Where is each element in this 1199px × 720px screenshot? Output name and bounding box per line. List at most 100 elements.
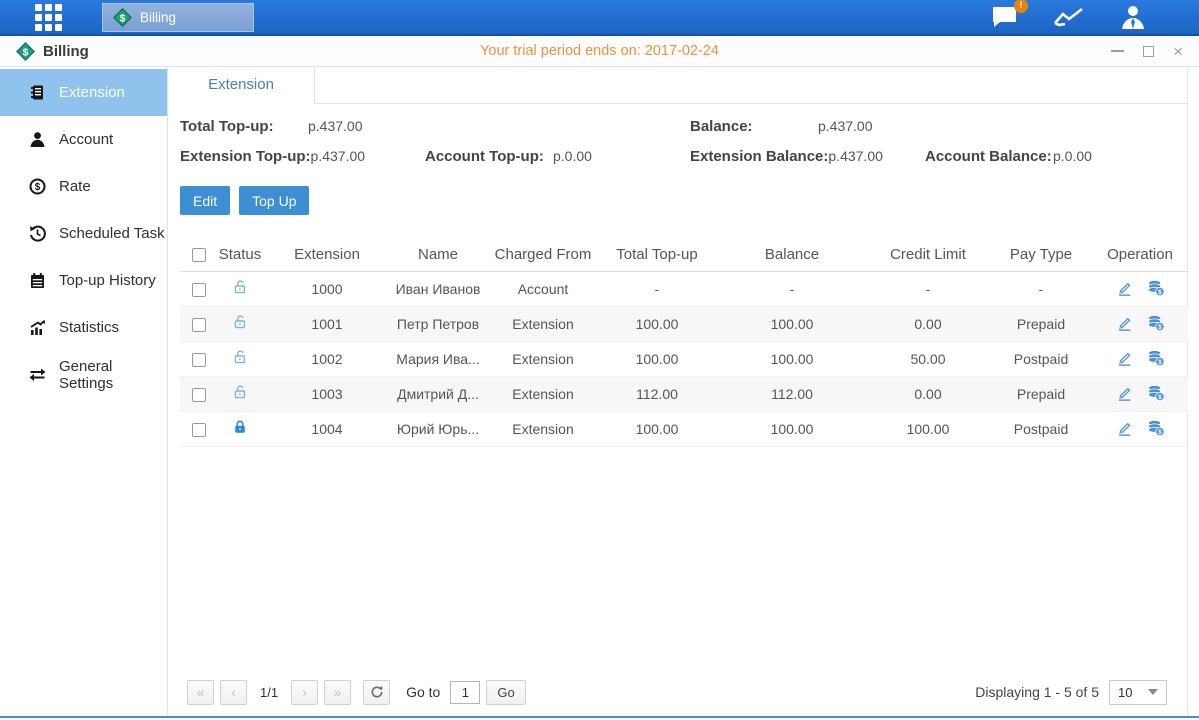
operation-cell: $ (1092, 306, 1188, 341)
table-row: 1001Петр ПетровExtension100.00100.000.00… (180, 306, 1188, 341)
sidebar-item-label: Rate (59, 178, 91, 195)
edit-row-button[interactable] (1116, 280, 1133, 297)
sidebar-item-rate[interactable]: $ Rate (0, 163, 167, 210)
go-button[interactable]: Go (486, 680, 525, 705)
topup-row-button[interactable]: $ (1147, 280, 1165, 297)
account-balance-value: p.0.00 (1053, 148, 1092, 164)
topup-icon: $ (1147, 420, 1165, 437)
name-cell: Петр Петров (386, 306, 490, 341)
svg-text:$: $ (1158, 359, 1162, 366)
first-page-button[interactable]: « (187, 680, 214, 705)
row-checkbox[interactable] (192, 423, 206, 437)
sidebar-item-general-settings[interactable]: General Settings (0, 351, 167, 398)
sidebar-item-label: Scheduled Task (59, 225, 165, 242)
unlocked-icon (232, 279, 248, 295)
topup-row-button[interactable]: $ (1147, 385, 1165, 402)
total-topup-value: p.437.00 (308, 118, 363, 134)
window-titlebar: $ Billing Your trial period ends on: 201… (0, 36, 1199, 67)
topup-row-button[interactable]: $ (1147, 420, 1165, 437)
messages-icon[interactable]: ! (990, 5, 1019, 29)
extension-table: Status Extension Name Charged From Total… (180, 238, 1188, 447)
svg-text:$: $ (1158, 289, 1162, 296)
last-page-button[interactable]: » (324, 680, 351, 705)
sidebar-item-scheduled-task[interactable]: Scheduled Task (0, 210, 167, 257)
row-checkbox[interactable] (192, 353, 206, 367)
sidebar-item-account[interactable]: Account (0, 116, 167, 163)
sidebar-item-topup-history[interactable]: Top-up History (0, 257, 167, 304)
pagination-bar: « ‹ 1/1 › » Go to Go Displaying 1 - 5 of… (187, 678, 1167, 706)
unlocked-icon (232, 384, 248, 400)
minimize-button[interactable] (1111, 50, 1124, 52)
edit-row-button[interactable] (1116, 350, 1133, 367)
pay-type-cell: Postpaid (990, 341, 1092, 376)
app-grid-icon[interactable] (35, 4, 62, 31)
pay-type-cell: - (990, 271, 1092, 306)
reports-chart-icon[interactable] (1053, 5, 1085, 29)
extension-topup-value: p.437.00 (311, 148, 366, 164)
main-panel: Extension Total Top-up:p.437.00 Balance:… (168, 67, 1188, 716)
row-checkbox[interactable] (192, 388, 206, 402)
operation-cell: $ (1092, 411, 1188, 446)
charged-from-cell: Extension (490, 376, 596, 411)
maximize-button[interactable] (1143, 46, 1154, 57)
topup-button[interactable]: Top Up (239, 186, 309, 215)
column-header-pay-type: Pay Type (990, 238, 1092, 271)
column-header-status: Status (212, 238, 268, 271)
topup-icon: $ (1147, 315, 1165, 332)
window-title: Billing (43, 43, 89, 60)
table-row: 1000Иван ИвановAccount----$ (180, 271, 1188, 306)
taskbar-tab-billing[interactable]: $ Billing (102, 3, 254, 32)
column-header-credit-limit: Credit Limit (866, 238, 990, 271)
goto-page-input[interactable] (450, 681, 480, 704)
select-all-checkbox[interactable] (192, 248, 206, 262)
name-cell: Мария Ива... (386, 341, 490, 376)
prev-page-button[interactable]: ‹ (220, 680, 247, 705)
credit-limit-cell: 50.00 (866, 341, 990, 376)
credit-limit-cell: 0.00 (866, 306, 990, 341)
total-topup-cell: 100.00 (596, 341, 718, 376)
svg-text:$: $ (120, 13, 126, 24)
refresh-button[interactable] (363, 680, 390, 705)
total-topup-cell: 112.00 (596, 376, 718, 411)
page-indicator: 1/1 (260, 685, 278, 700)
next-page-button[interactable]: › (291, 680, 318, 705)
sidebar-item-extension[interactable]: Extension (0, 69, 167, 116)
operation-cell: $ (1092, 341, 1188, 376)
goto-label: Go to (406, 684, 440, 700)
pay-type-cell: Prepaid (990, 306, 1092, 341)
close-button[interactable]: × (1173, 46, 1183, 57)
status-cell (212, 376, 268, 411)
topup-row-button[interactable]: $ (1147, 350, 1165, 367)
table-body: 1000Иван ИвановAccount----$1001Петр Петр… (180, 271, 1188, 446)
column-header-balance: Balance (718, 238, 866, 271)
edit-row-button[interactable] (1116, 420, 1133, 437)
row-checkbox[interactable] (192, 283, 206, 297)
svg-text:$: $ (1158, 324, 1162, 331)
dollar-circle-icon: $ (29, 178, 46, 195)
displaying-text: Displaying 1 - 5 of 5 (975, 684, 1099, 700)
user-icon[interactable] (1119, 4, 1147, 30)
status-cell (212, 411, 268, 446)
extension-topup-label: Extension Top-up: (180, 148, 311, 165)
edit-row-button[interactable] (1116, 315, 1133, 332)
page-size-select[interactable]: 10 (1109, 680, 1167, 705)
summary-panel: Total Top-up:p.437.00 Balance:p.437.00 E… (180, 118, 1187, 165)
topup-row-button[interactable]: $ (1147, 315, 1165, 332)
operation-cell: $ (1092, 376, 1188, 411)
sidebar: Extension Account $ Rate Scheduled Task … (0, 67, 168, 716)
charged-from-cell: Extension (490, 306, 596, 341)
extension-balance-value: p.437.00 (828, 148, 883, 164)
edit-button[interactable]: Edit (180, 186, 230, 215)
account-balance-label: Account Balance: (925, 148, 1053, 165)
notification-badge: ! (1014, 0, 1028, 13)
taskbar-tab-label: Billing (140, 10, 176, 25)
tab-extension[interactable]: Extension (168, 67, 315, 104)
row-checkbox[interactable] (192, 318, 206, 332)
refresh-icon (370, 685, 384, 699)
tab-strip: Extension (168, 67, 1187, 104)
edit-row-button[interactable] (1116, 385, 1133, 402)
charged-from-cell: Account (490, 271, 596, 306)
sidebar-item-label: General Settings (59, 358, 167, 392)
sidebar-item-statistics[interactable]: Statistics (0, 304, 167, 351)
extension-cell: 1004 (268, 411, 386, 446)
